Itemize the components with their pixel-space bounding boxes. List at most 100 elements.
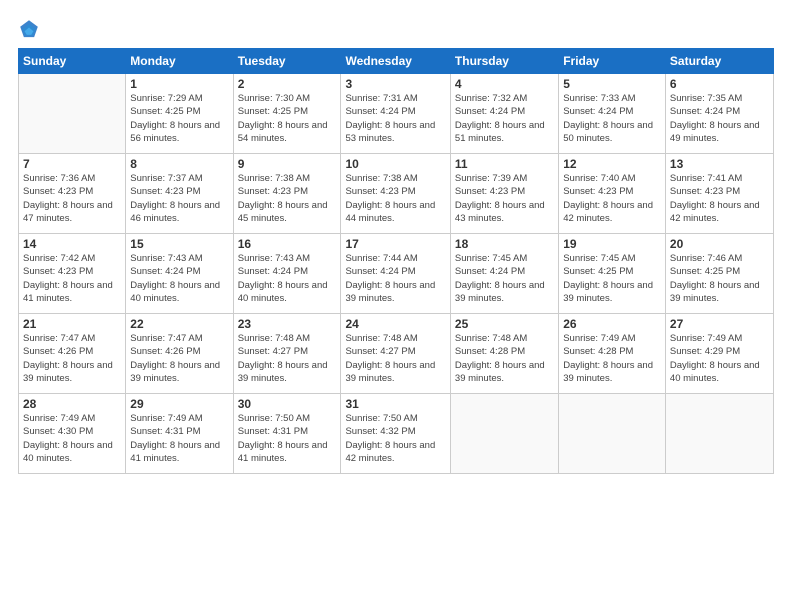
calendar-cell: 14 Sunrise: 7:42 AMSunset: 4:23 PMDaylig… [19, 234, 126, 314]
day-info: Sunrise: 7:33 AMSunset: 4:24 PMDaylight:… [563, 92, 661, 145]
day-info: Sunrise: 7:35 AMSunset: 4:24 PMDaylight:… [670, 92, 769, 145]
calendar-cell: 8 Sunrise: 7:37 AMSunset: 4:23 PMDayligh… [126, 154, 233, 234]
day-info: Sunrise: 7:48 AMSunset: 4:28 PMDaylight:… [455, 332, 554, 385]
calendar-cell: 18 Sunrise: 7:45 AMSunset: 4:24 PMDaylig… [450, 234, 558, 314]
calendar-week-row: 1 Sunrise: 7:29 AMSunset: 4:25 PMDayligh… [19, 74, 774, 154]
logo-icon [18, 18, 40, 40]
day-info: Sunrise: 7:49 AMSunset: 4:30 PMDaylight:… [23, 412, 121, 465]
day-number: 12 [563, 157, 661, 171]
weekday-header: Saturday [665, 49, 773, 74]
calendar-cell: 12 Sunrise: 7:40 AMSunset: 4:23 PMDaylig… [559, 154, 666, 234]
weekday-header: Wednesday [341, 49, 450, 74]
day-info: Sunrise: 7:32 AMSunset: 4:24 PMDaylight:… [455, 92, 554, 145]
day-number: 29 [130, 397, 228, 411]
day-number: 11 [455, 157, 554, 171]
day-number: 27 [670, 317, 769, 331]
day-number: 22 [130, 317, 228, 331]
day-number: 25 [455, 317, 554, 331]
day-number: 5 [563, 77, 661, 91]
day-number: 7 [23, 157, 121, 171]
day-number: 6 [670, 77, 769, 91]
day-info: Sunrise: 7:50 AMSunset: 4:31 PMDaylight:… [238, 412, 337, 465]
calendar-cell: 23 Sunrise: 7:48 AMSunset: 4:27 PMDaylig… [233, 314, 341, 394]
day-info: Sunrise: 7:42 AMSunset: 4:23 PMDaylight:… [23, 252, 121, 305]
day-info: Sunrise: 7:41 AMSunset: 4:23 PMDaylight:… [670, 172, 769, 225]
calendar-cell: 26 Sunrise: 7:49 AMSunset: 4:28 PMDaylig… [559, 314, 666, 394]
day-info: Sunrise: 7:38 AMSunset: 4:23 PMDaylight:… [238, 172, 337, 225]
calendar-cell [450, 394, 558, 474]
calendar-cell: 24 Sunrise: 7:48 AMSunset: 4:27 PMDaylig… [341, 314, 450, 394]
calendar-cell: 16 Sunrise: 7:43 AMSunset: 4:24 PMDaylig… [233, 234, 341, 314]
calendar-cell: 29 Sunrise: 7:49 AMSunset: 4:31 PMDaylig… [126, 394, 233, 474]
weekday-header: Monday [126, 49, 233, 74]
calendar-week-row: 21 Sunrise: 7:47 AMSunset: 4:26 PMDaylig… [19, 314, 774, 394]
day-info: Sunrise: 7:30 AMSunset: 4:25 PMDaylight:… [238, 92, 337, 145]
day-info: Sunrise: 7:46 AMSunset: 4:25 PMDaylight:… [670, 252, 769, 305]
calendar-cell [665, 394, 773, 474]
calendar-cell: 15 Sunrise: 7:43 AMSunset: 4:24 PMDaylig… [126, 234, 233, 314]
calendar: SundayMondayTuesdayWednesdayThursdayFrid… [18, 48, 774, 474]
day-number: 15 [130, 237, 228, 251]
day-info: Sunrise: 7:38 AMSunset: 4:23 PMDaylight:… [345, 172, 445, 225]
day-info: Sunrise: 7:49 AMSunset: 4:28 PMDaylight:… [563, 332, 661, 385]
day-info: Sunrise: 7:44 AMSunset: 4:24 PMDaylight:… [345, 252, 445, 305]
day-info: Sunrise: 7:47 AMSunset: 4:26 PMDaylight:… [130, 332, 228, 385]
day-info: Sunrise: 7:48 AMSunset: 4:27 PMDaylight:… [238, 332, 337, 385]
day-info: Sunrise: 7:45 AMSunset: 4:25 PMDaylight:… [563, 252, 661, 305]
weekday-header: Friday [559, 49, 666, 74]
day-info: Sunrise: 7:49 AMSunset: 4:29 PMDaylight:… [670, 332, 769, 385]
day-number: 14 [23, 237, 121, 251]
calendar-cell: 10 Sunrise: 7:38 AMSunset: 4:23 PMDaylig… [341, 154, 450, 234]
day-info: Sunrise: 7:43 AMSunset: 4:24 PMDaylight:… [238, 252, 337, 305]
day-number: 4 [455, 77, 554, 91]
day-info: Sunrise: 7:40 AMSunset: 4:23 PMDaylight:… [563, 172, 661, 225]
calendar-cell: 1 Sunrise: 7:29 AMSunset: 4:25 PMDayligh… [126, 74, 233, 154]
day-number: 10 [345, 157, 445, 171]
day-number: 16 [238, 237, 337, 251]
logo [18, 18, 42, 40]
day-info: Sunrise: 7:49 AMSunset: 4:31 PMDaylight:… [130, 412, 228, 465]
page: SundayMondayTuesdayWednesdayThursdayFrid… [0, 0, 792, 612]
day-number: 21 [23, 317, 121, 331]
calendar-cell [559, 394, 666, 474]
calendar-cell: 25 Sunrise: 7:48 AMSunset: 4:28 PMDaylig… [450, 314, 558, 394]
day-number: 28 [23, 397, 121, 411]
day-info: Sunrise: 7:45 AMSunset: 4:24 PMDaylight:… [455, 252, 554, 305]
weekday-header: Thursday [450, 49, 558, 74]
day-number: 20 [670, 237, 769, 251]
day-number: 31 [345, 397, 445, 411]
day-number: 24 [345, 317, 445, 331]
calendar-cell [19, 74, 126, 154]
day-info: Sunrise: 7:43 AMSunset: 4:24 PMDaylight:… [130, 252, 228, 305]
day-info: Sunrise: 7:29 AMSunset: 4:25 PMDaylight:… [130, 92, 228, 145]
calendar-cell: 5 Sunrise: 7:33 AMSunset: 4:24 PMDayligh… [559, 74, 666, 154]
calendar-cell: 20 Sunrise: 7:46 AMSunset: 4:25 PMDaylig… [665, 234, 773, 314]
day-number: 9 [238, 157, 337, 171]
day-info: Sunrise: 7:39 AMSunset: 4:23 PMDaylight:… [455, 172, 554, 225]
calendar-cell: 4 Sunrise: 7:32 AMSunset: 4:24 PMDayligh… [450, 74, 558, 154]
calendar-cell: 2 Sunrise: 7:30 AMSunset: 4:25 PMDayligh… [233, 74, 341, 154]
calendar-cell: 21 Sunrise: 7:47 AMSunset: 4:26 PMDaylig… [19, 314, 126, 394]
calendar-cell: 27 Sunrise: 7:49 AMSunset: 4:29 PMDaylig… [665, 314, 773, 394]
day-number: 18 [455, 237, 554, 251]
day-number: 13 [670, 157, 769, 171]
calendar-cell: 9 Sunrise: 7:38 AMSunset: 4:23 PMDayligh… [233, 154, 341, 234]
day-info: Sunrise: 7:48 AMSunset: 4:27 PMDaylight:… [345, 332, 445, 385]
calendar-cell: 6 Sunrise: 7:35 AMSunset: 4:24 PMDayligh… [665, 74, 773, 154]
day-number: 2 [238, 77, 337, 91]
calendar-header: SundayMondayTuesdayWednesdayThursdayFrid… [19, 49, 774, 74]
day-number: 23 [238, 317, 337, 331]
day-number: 3 [345, 77, 445, 91]
calendar-week-row: 14 Sunrise: 7:42 AMSunset: 4:23 PMDaylig… [19, 234, 774, 314]
calendar-cell: 22 Sunrise: 7:47 AMSunset: 4:26 PMDaylig… [126, 314, 233, 394]
calendar-cell: 28 Sunrise: 7:49 AMSunset: 4:30 PMDaylig… [19, 394, 126, 474]
calendar-week-row: 7 Sunrise: 7:36 AMSunset: 4:23 PMDayligh… [19, 154, 774, 234]
day-number: 1 [130, 77, 228, 91]
day-number: 19 [563, 237, 661, 251]
calendar-week-row: 28 Sunrise: 7:49 AMSunset: 4:30 PMDaylig… [19, 394, 774, 474]
weekday-header: Tuesday [233, 49, 341, 74]
day-info: Sunrise: 7:37 AMSunset: 4:23 PMDaylight:… [130, 172, 228, 225]
day-number: 26 [563, 317, 661, 331]
day-info: Sunrise: 7:31 AMSunset: 4:24 PMDaylight:… [345, 92, 445, 145]
day-number: 17 [345, 237, 445, 251]
